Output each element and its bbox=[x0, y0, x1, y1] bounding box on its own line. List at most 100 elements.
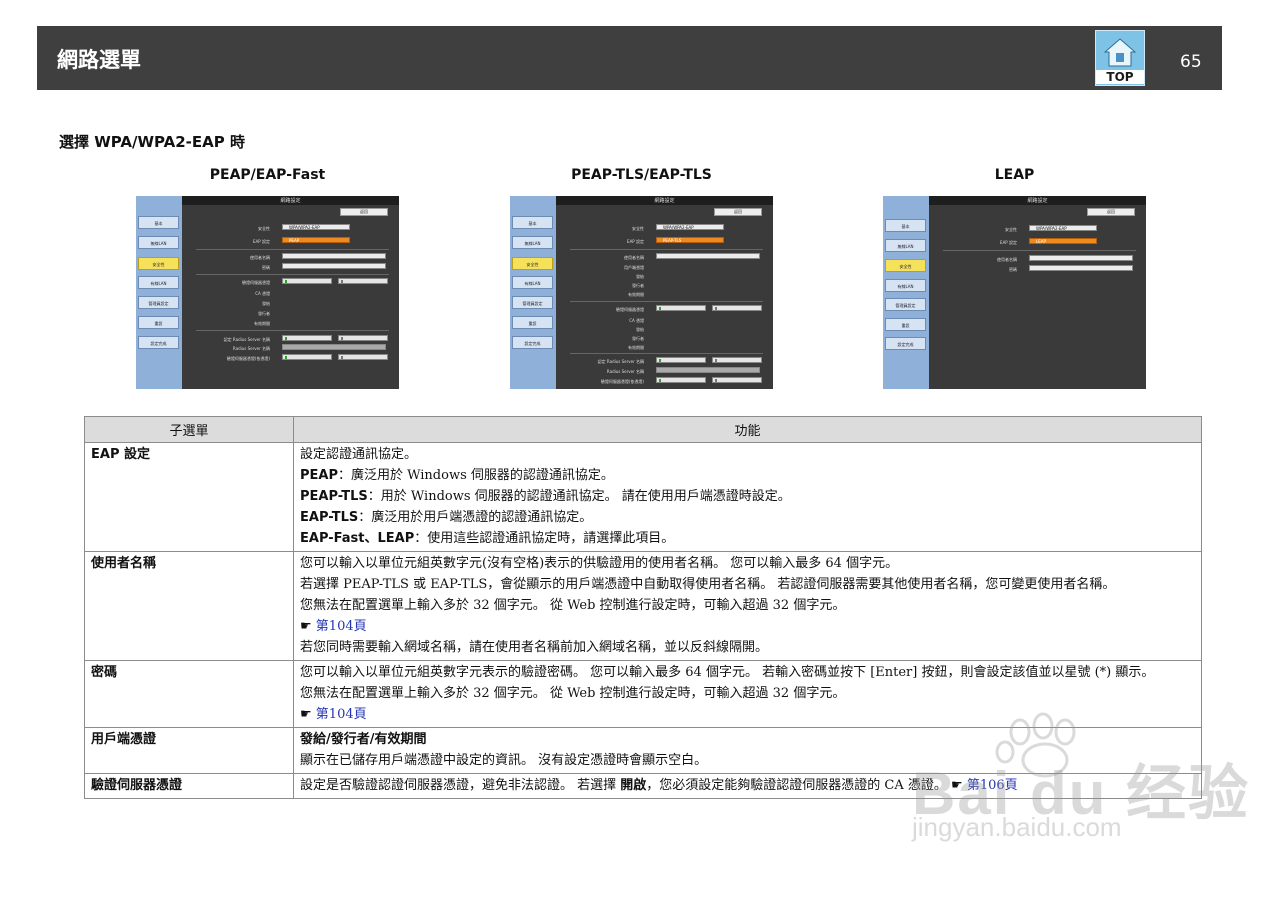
window-title-bar: 網路設定 bbox=[929, 196, 1146, 205]
row-key: 用戶端憑證 bbox=[84, 727, 294, 774]
security-value: WPA/WPA2-EAP bbox=[656, 224, 724, 230]
sidebar-item-wireless: 無線LAN bbox=[512, 236, 553, 249]
radio-on bbox=[656, 357, 706, 363]
radio-off bbox=[338, 278, 388, 284]
screenshot-peap-tls: 基本 無線LAN 安全性 有線LAN 管理員設定 重設 設定完成 網路設定 返回… bbox=[510, 196, 773, 389]
field-label: 發給 bbox=[636, 274, 644, 279]
field-label: 安全性 bbox=[258, 226, 270, 231]
divider bbox=[196, 330, 389, 331]
field-label: 認定 Radius Server 名稱 bbox=[597, 359, 644, 364]
window-title: 網路設定 bbox=[654, 198, 675, 204]
divider bbox=[943, 250, 1136, 251]
row-key: 驗證伺服器憑證 bbox=[84, 773, 294, 799]
table-header-row: 子選單 功能 bbox=[84, 416, 1202, 443]
bold-term: PEAP bbox=[300, 468, 338, 483]
sidebar-item-reset: 重設 bbox=[138, 316, 179, 329]
return-button: 返回 bbox=[1087, 208, 1135, 216]
sidebar-item-admin: 管理員設定 bbox=[512, 296, 553, 309]
field-label: 驗證伺服器憑證 bbox=[242, 280, 270, 285]
description-text: ，您必須設定能夠驗證認證伺服器憑證的 CA 憑證。 bbox=[646, 778, 952, 793]
page-link[interactable]: 第104頁 bbox=[316, 619, 367, 634]
radio-on bbox=[656, 377, 706, 383]
field-label: 安全性 bbox=[632, 226, 644, 231]
radio-off bbox=[712, 357, 762, 363]
description-line: 若您同時需要輸入網域名稱，請在使用者名稱前加入網域名稱，並以反斜線隔開。 bbox=[300, 640, 769, 655]
description-line: PEAP-TLS：用於 Windows 伺服器的認證通訊協定。 請在使用用戶端憑… bbox=[300, 487, 1195, 506]
section-title: 選擇 WPA/WPA2-EAP 時 bbox=[59, 133, 245, 151]
field-label: 驗證伺服器憑證(依憑證) bbox=[226, 356, 270, 361]
eap-value: PEAP-TLS bbox=[656, 237, 724, 243]
field-label: 使用者名稱 bbox=[250, 255, 270, 260]
description-text: ：廣泛用於 Windows 伺服器的認證通訊協定。 bbox=[338, 468, 614, 483]
radio-on bbox=[282, 354, 332, 360]
field-label: 發行者 bbox=[632, 283, 644, 288]
sidebar-item-security: 安全性 bbox=[512, 257, 553, 270]
field-label: EAP 設定 bbox=[253, 239, 270, 244]
field-label: 密碼 bbox=[262, 265, 270, 270]
sidebar-item-complete: 設定完成 bbox=[512, 336, 553, 349]
table-row: EAP 設定 設定認證通訊協定。 PEAP：廣泛用於 Windows 伺服器的認… bbox=[84, 442, 1202, 552]
security-value: WPA/WPA2-EAP bbox=[282, 224, 350, 230]
caption-peap-tls: PEAP-TLS/EAP-TLS bbox=[571, 167, 712, 183]
row-key: EAP 設定 bbox=[84, 442, 294, 552]
description-line: 您可以輸入以單位元組英數字元(沒有空格)表示的供驗證用的使用者名稱。 您可以輸入… bbox=[300, 556, 899, 571]
field-label: EAP 設定 bbox=[1000, 240, 1017, 245]
description-line: 您無法在配置選單上輸入多於 32 個字元。 從 Web 控制進行設定時，可輸入超… bbox=[300, 686, 846, 701]
home-icon bbox=[1104, 38, 1136, 67]
menu-sidebar: 基本 無線LAN 安全性 有線LAN 管理員設定 重設 設定完成 bbox=[510, 196, 556, 389]
field-label: 有效期間 bbox=[254, 321, 270, 326]
description-line: 若選擇 PEAP-TLS 或 EAP-TLS，會從顯示的用戶端憑證中自動取得使用… bbox=[300, 577, 1116, 592]
caption-leap: LEAP bbox=[994, 167, 1035, 183]
field-label: 安全性 bbox=[1005, 227, 1017, 232]
radio-off bbox=[712, 377, 762, 383]
sidebar-item-complete: 設定完成 bbox=[885, 337, 926, 350]
sidebar-item-wired: 有線LAN bbox=[138, 276, 179, 289]
menu-sidebar: 基本 無線LAN 安全性 有線LAN 管理員設定 重設 設定完成 bbox=[136, 196, 182, 389]
radio-on bbox=[282, 278, 332, 284]
bold-term: 發給/發行者/有效期間 bbox=[300, 732, 427, 747]
radius-field bbox=[282, 344, 386, 350]
description-line: EAP-Fast、LEAP：使用這些認證通訊協定時，請選擇此項目。 bbox=[300, 529, 1195, 548]
row-key: 使用者名稱 bbox=[84, 551, 294, 661]
top-button[interactable]: TOP bbox=[1095, 30, 1145, 86]
return-button: 返回 bbox=[714, 208, 762, 216]
radius-field bbox=[656, 367, 760, 373]
field-label: 認定 Radius Server 名稱 bbox=[223, 337, 270, 342]
sidebar-item-wireless: 無線LAN bbox=[138, 236, 179, 249]
caption-peap: PEAP/EAP-Fast bbox=[209, 167, 326, 183]
sidebar-item-wireless: 無線LAN bbox=[885, 239, 926, 252]
description-text: 設定是否驗證認證伺服器憑證，避免非法認證。 若選擇 bbox=[300, 778, 621, 793]
window-title-bar: 網路設定 bbox=[182, 196, 399, 205]
divider bbox=[196, 274, 389, 275]
table-row: 使用者名稱 您可以輸入以單位元組英數字元(沒有空格)表示的供驗證用的使用者名稱。… bbox=[84, 551, 1202, 661]
divider bbox=[570, 249, 763, 250]
window-title: 網路設定 bbox=[1027, 198, 1048, 204]
description-line: EAP-TLS：廣泛用於用戶端憑證的認證通訊協定。 bbox=[300, 508, 1195, 527]
sidebar-item-wired: 有線LAN bbox=[885, 279, 926, 292]
eap-value: PEAP bbox=[282, 237, 350, 243]
description-line: PEAP：廣泛用於 Windows 伺服器的認證通訊協定。 bbox=[300, 466, 1195, 485]
field-label: 驗證伺服器憑證 bbox=[616, 307, 644, 312]
screenshot-peap: 基本 無線LAN 安全性 有線LAN 管理員設定 重設 設定完成 網路設定 返回… bbox=[136, 196, 399, 389]
bold-term: PEAP-TLS bbox=[300, 489, 368, 504]
sidebar-item-wired: 有線LAN bbox=[512, 276, 553, 289]
row-description: 您可以輸入以單位元組英數字元表示的驗證密碼。 您可以輸入最多 64 個字元。 若… bbox=[293, 660, 1202, 728]
username-field bbox=[1029, 255, 1133, 261]
pointing-hand-icon: ☛ bbox=[300, 619, 312, 634]
table-row: 密碼 您可以輸入以單位元組英數字元表示的驗證密碼。 您可以輸入最多 64 個字元… bbox=[84, 660, 1202, 728]
field-label: 使用者名稱 bbox=[624, 255, 644, 260]
radio-off bbox=[338, 354, 388, 360]
sidebar-item-security: 安全性 bbox=[885, 259, 926, 272]
security-value: WPA/WPA2-EAP bbox=[1029, 225, 1097, 231]
sidebar-item-admin: 管理員設定 bbox=[138, 296, 179, 309]
field-label: 發給 bbox=[636, 327, 644, 332]
watermark-url: jingyan.baidu.com bbox=[912, 812, 1122, 842]
bold-term: 開啟 bbox=[620, 778, 647, 793]
pointing-hand-icon: ☛ bbox=[300, 707, 312, 722]
divider bbox=[570, 353, 763, 354]
row-description: 您可以輸入以單位元組英數字元(沒有空格)表示的供驗證用的使用者名稱。 您可以輸入… bbox=[293, 551, 1202, 661]
description-line: 您無法在配置選單上輸入多於 32 個字元。 從 Web 控制進行設定時，可輸入超… bbox=[300, 598, 846, 613]
divider bbox=[570, 301, 763, 302]
field-label: EAP 設定 bbox=[627, 239, 644, 244]
page-link[interactable]: 第104頁 bbox=[316, 707, 367, 722]
